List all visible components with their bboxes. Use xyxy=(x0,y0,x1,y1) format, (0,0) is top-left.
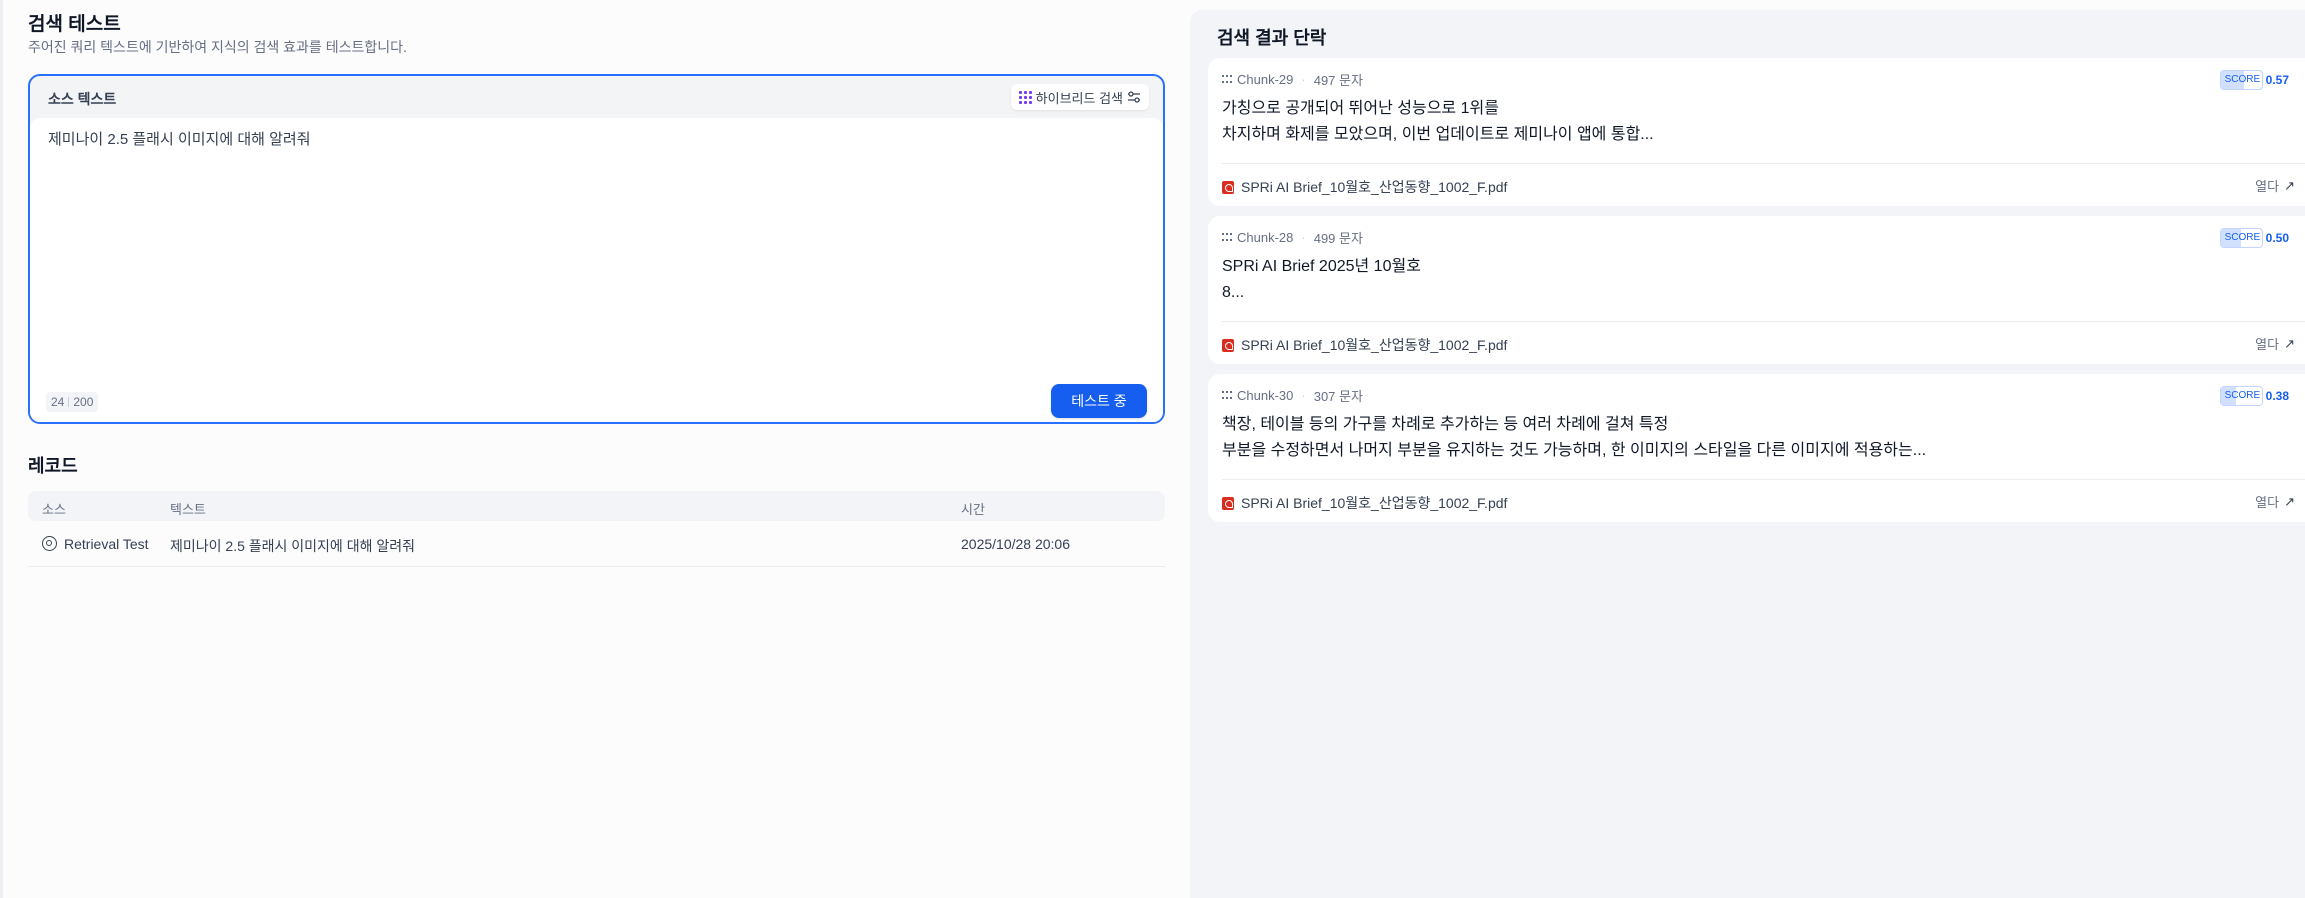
char-count: 24 xyxy=(51,395,65,409)
query-header: 소스 텍스트 하이브리드 검색 xyxy=(30,76,1163,118)
query-box: 소스 텍스트 하이브리드 검색 제미나이 2.5 플래시 이미지에 대해 알려줘… xyxy=(28,74,1165,424)
score-label: SCORE xyxy=(2224,74,2261,85)
card-divider xyxy=(1222,479,2305,480)
table-row[interactable]: Retrieval Test 제미나이 2.5 플래시 이미지에 대해 알려줘 … xyxy=(28,521,1165,567)
sliders-icon xyxy=(1128,91,1140,103)
retrieval-test-panel: 검색 테스트 주어진 쿼리 텍스트에 기반하여 지식의 검색 효과를 테스트합니… xyxy=(28,0,1165,898)
left-edge-border xyxy=(0,0,3,898)
column-time: 시간 xyxy=(961,502,985,517)
records-table: 소스 텍스트 시간 Retrieval Test 제미나이 2.5 플래시 이미… xyxy=(28,491,1165,567)
chunk-content: 가칭으로 공개되어 뛰어난 성능으로 1위를 차지하며 화제를 모았으며, 이번… xyxy=(1222,96,2282,148)
chunk-meta: Chunk-28 · 499 문자 xyxy=(1222,228,1363,247)
card-divider xyxy=(1222,163,2305,164)
chunk-content: SPRi AI Brief 2025년 10월호 8... xyxy=(1222,254,2282,306)
chunk-line: SPRi AI Brief 2025년 10월호 xyxy=(1222,258,1421,275)
chunk-meta: Chunk-30 · 307 문자 xyxy=(1222,386,1363,405)
chunk-line: 가칭으로 공개되어 뛰어난 성능으로 1위를 xyxy=(1222,100,1499,117)
records-table-header: 소스 텍스트 시간 xyxy=(28,491,1165,521)
pdf-icon xyxy=(1222,496,1234,510)
results-panel: 검색 결과 단락 Chunk-29 · 497 문자 SCORE 0.57 가칭… xyxy=(1190,10,2305,898)
source-file: SPRi AI Brief_10월호_산업동향_1002_F.pdf xyxy=(1222,493,1507,513)
score-badge: SCORE 0.57 xyxy=(2219,70,2289,90)
chunk-id: Chunk-28 xyxy=(1237,230,1294,245)
source-file: SPRi AI Brief_10월호_산업동향_1002_F.pdf xyxy=(1222,177,1507,197)
chunk-chars: 499 문자 xyxy=(1313,231,1363,246)
test-button[interactable]: 테스트 중 xyxy=(1051,384,1147,418)
chunk-id: Chunk-30 xyxy=(1237,388,1294,403)
score-badge: SCORE 0.50 xyxy=(2219,228,2289,248)
record-time: 2025/10/28 20:06 xyxy=(961,536,1070,552)
open-button[interactable]: 열다 ↗ xyxy=(2255,334,2295,353)
score-value: 0.38 xyxy=(2265,389,2289,403)
chunk-line: 차지하며 화제를 모았으며, 이번 업데이트로 제미나이 앱에 통합... xyxy=(1222,126,1654,143)
target-icon xyxy=(42,536,57,551)
score-label: SCORE xyxy=(2224,232,2261,243)
result-card[interactable]: Chunk-28 · 499 문자 SCORE 0.50 SPRi AI Bri… xyxy=(1208,216,2305,364)
column-source: 소스 xyxy=(42,502,66,517)
file-name: SPRi AI Brief_10월호_산업동향_1002_F.pdf xyxy=(1241,337,1508,353)
card-divider xyxy=(1222,321,2305,322)
retrieval-method-label: 하이브리드 검색 xyxy=(1035,90,1123,106)
arrow-up-right-icon: ↗ xyxy=(2284,177,2295,193)
hybrid-search-grid-icon xyxy=(1018,90,1032,104)
open-button[interactable]: 열다 ↗ xyxy=(2255,492,2295,511)
chunk-chars: 497 문자 xyxy=(1313,73,1363,88)
pdf-icon xyxy=(1222,338,1234,352)
records-title: 레코드 xyxy=(28,456,78,476)
query-label: 소스 텍스트 xyxy=(48,91,117,107)
results-title: 검색 결과 단락 xyxy=(1217,28,1327,48)
chunk-chars: 307 문자 xyxy=(1313,389,1363,404)
dots-grid-icon xyxy=(1222,75,1234,84)
score-bar: SCORE xyxy=(2219,228,2263,248)
chunk-id: Chunk-29 xyxy=(1237,72,1294,87)
char-limit: 200 xyxy=(73,395,94,409)
chunk-meta: Chunk-29 · 497 문자 xyxy=(1222,70,1363,89)
chunk-line: 책장, 테이블 등의 가구를 차례로 추가하는 등 여러 차례에 걸쳐 특정 xyxy=(1222,416,1669,433)
score-label: SCORE xyxy=(2224,390,2261,401)
record-text: 제미나이 2.5 플래시 이미지에 대해 알려줘 xyxy=(170,538,415,554)
chunk-content: 책장, 테이블 등의 가구를 차례로 추가하는 등 여러 차례에 걸쳐 특정 부… xyxy=(1222,412,2282,464)
dots-grid-icon xyxy=(1222,233,1234,242)
retrieval-method-button[interactable]: 하이브리드 검색 xyxy=(1010,84,1149,110)
chunk-line: 부분을 수정하면서 나머지 부분을 유지하는 것도 가능하며, 한 이미지의 스… xyxy=(1222,442,1927,459)
score-badge: SCORE 0.38 xyxy=(2219,386,2289,406)
file-name: SPRi AI Brief_10월호_산업동향_1002_F.pdf xyxy=(1241,179,1508,195)
file-name: SPRi AI Brief_10월호_산업동향_1002_F.pdf xyxy=(1241,495,1508,511)
open-button[interactable]: 열다 ↗ xyxy=(2255,176,2295,195)
dots-grid-icon xyxy=(1222,391,1234,400)
page-title: 검색 테스트 xyxy=(28,14,121,35)
record-source: Retrieval Test xyxy=(64,536,149,552)
char-counter: 24 200 xyxy=(46,392,99,412)
chunk-line: 8... xyxy=(1222,284,1245,301)
score-bar: SCORE xyxy=(2219,386,2263,406)
score-value: 0.57 xyxy=(2265,73,2289,87)
page-description: 주어진 쿼리 텍스트에 기반하여 지식의 검색 효과를 테스트합니다. xyxy=(28,39,407,55)
pdf-icon xyxy=(1222,180,1234,194)
open-label: 열다 xyxy=(2255,337,2280,352)
arrow-up-right-icon: ↗ xyxy=(2284,335,2295,351)
query-text[interactable]: 제미나이 2.5 플래시 이미지에 대해 알려줘 xyxy=(48,128,1128,149)
arrow-up-right-icon: ↗ xyxy=(2284,493,2295,509)
source-file: SPRi AI Brief_10월호_산업동향_1002_F.pdf xyxy=(1222,335,1507,355)
open-label: 열다 xyxy=(2255,495,2280,510)
open-label: 열다 xyxy=(2255,179,2280,194)
result-card[interactable]: Chunk-30 · 307 문자 SCORE 0.38 책장, 테이블 등의 … xyxy=(1208,374,2305,522)
score-value: 0.50 xyxy=(2265,231,2289,245)
result-card[interactable]: Chunk-29 · 497 문자 SCORE 0.57 가칭으로 공개되어 뛰… xyxy=(1208,58,2305,206)
score-bar: SCORE xyxy=(2219,70,2263,90)
query-textarea[interactable]: 제미나이 2.5 플래시 이미지에 대해 알려줘 24 200 테스트 중 xyxy=(30,118,1163,422)
column-text: 텍스트 xyxy=(170,502,206,517)
